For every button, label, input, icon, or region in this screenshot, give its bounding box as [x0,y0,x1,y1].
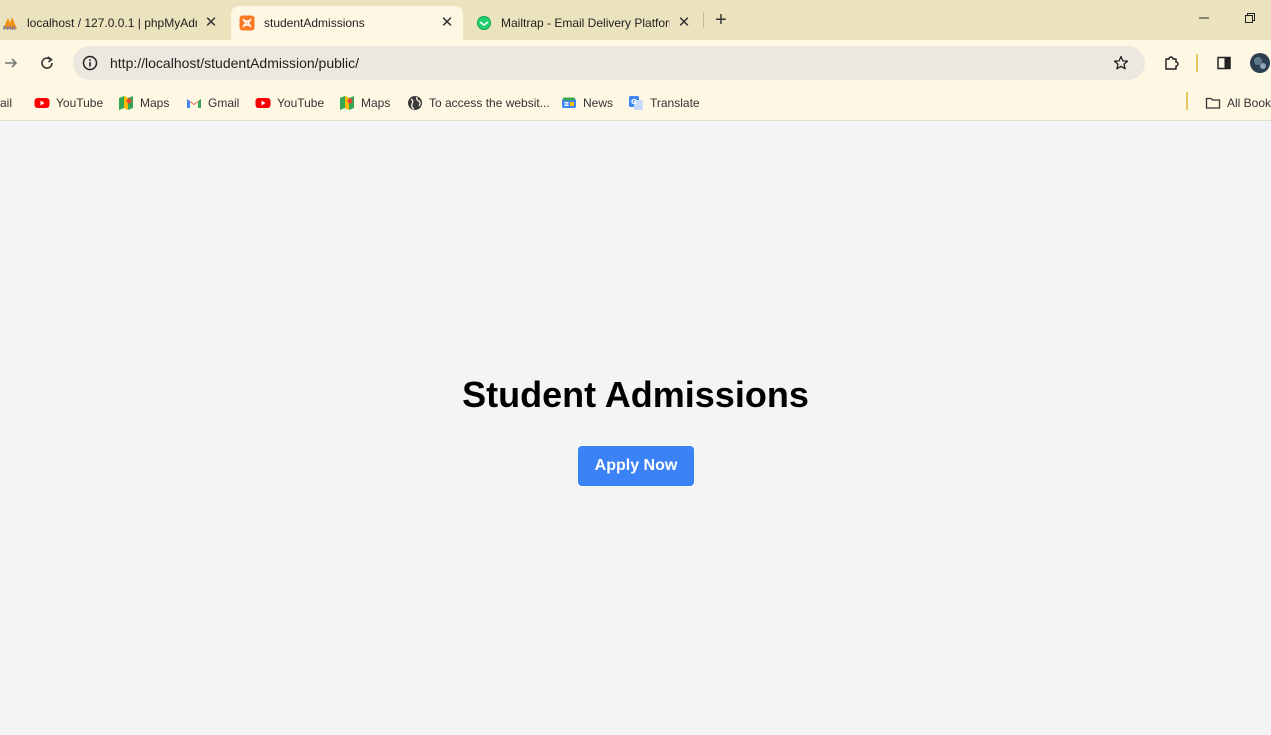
mailtrap-icon [477,16,491,30]
bookmark-access-website[interactable]: To access the websit... [407,92,550,114]
site-info-icon[interactable] [81,54,99,72]
tab-studentadmissions[interactable]: studentAdmissions ✕ [231,6,463,40]
bookmark-label: News [583,96,614,110]
translate-icon: G [629,96,643,110]
bookmark-gmail-partial[interactable]: ail [0,92,12,114]
bookmark-gmail[interactable]: Gmail [186,92,239,114]
tab-title: studentAdmissions [264,16,365,30]
bookmark-news[interactable]: News [561,92,613,114]
bookmarks-divider [1186,92,1188,110]
url-text: http://localhost/studentAdmission/public… [110,55,360,71]
bookmark-label: YouTube [277,96,325,110]
svg-text:G: G [631,98,637,106]
profile-avatar[interactable] [1249,52,1271,74]
bookmark-label: Gmail [208,96,240,110]
tab-phpmyadmin[interactable]: PMA localhost / 127.0.0.1 | phpMyAdmin ✕ [0,6,225,40]
side-panel-button[interactable] [1213,52,1235,74]
close-tab-icon[interactable]: ✕ [203,15,219,31]
minimize-icon [1199,17,1209,19]
bookmark-label: Maps [140,96,170,110]
bookmark-label: Maps [361,96,391,110]
browser-toolbar: http://localhost/studentAdmission/public… [0,40,1271,86]
phpmyadmin-icon: PMA [3,17,17,31]
close-tab-icon[interactable]: ✕ [439,15,455,31]
page-title: Student Admissions [462,374,809,415]
bookmarks-bar: ail YouTube Maps Gmail YouTube Maps To a… [0,86,1271,121]
tab-title: Mailtrap - Email Delivery Platform [501,16,670,30]
tab-strip: PMA localhost / 127.0.0.1 | phpMyAdmin ✕… [0,0,1271,40]
news-icon [562,97,576,108]
tab-separator [703,12,704,28]
bookmark-label: ail [0,96,13,110]
browser-window: PMA localhost / 127.0.0.1 | phpMyAdmin ✕… [0,0,1271,735]
svg-text:PMA: PMA [3,26,16,31]
puzzle-piece-icon [1165,56,1179,70]
maps-icon [119,96,133,110]
address-bar[interactable]: http://localhost/studentAdmission/public… [73,46,1145,80]
xampp-icon [239,15,255,31]
bookmark-label: To access the websit... [429,96,550,110]
bookmark-youtube[interactable]: YouTube [255,92,324,114]
tab-title: localhost / 127.0.0.1 | phpMyAdmin [27,16,197,30]
forward-button[interactable] [0,52,22,74]
minimize-button[interactable] [1194,10,1214,30]
bookmark-youtube[interactable]: YouTube [34,92,103,114]
bookmark-maps[interactable]: Maps [339,92,390,114]
restore-button[interactable] [1240,10,1260,30]
side-panel-icon [1217,56,1231,70]
youtube-icon [34,98,50,108]
new-tab-button[interactable]: + [711,10,731,30]
avatar-icon [1250,53,1270,73]
folder-icon [1205,97,1221,109]
maps-icon [340,96,354,110]
gmail-icon [187,99,201,108]
extensions-button[interactable] [1161,52,1183,74]
page-content: Student Admissions Apply Now [0,121,1271,735]
arrow-right-icon [5,58,18,68]
bookmark-label: All Bookmarks [1227,96,1271,110]
all-bookmarks-button[interactable]: All Bookmarks [1205,92,1271,114]
restore-icon [1245,13,1255,23]
reload-icon [41,56,53,69]
tab-mailtrap[interactable]: Mailtrap - Email Delivery Platform ✕ [470,6,698,40]
globe-icon [408,96,422,110]
bookmark-label: Translate [650,96,700,110]
bookmark-maps[interactable]: Maps [118,92,169,114]
youtube-icon [255,98,271,108]
bookmark-translate[interactable]: G Translate [628,92,700,114]
reload-button[interactable] [36,52,58,74]
bookmark-label: YouTube [56,96,104,110]
apply-now-button[interactable]: Apply Now [578,446,694,486]
toolbar-divider [1196,54,1198,72]
close-tab-icon[interactable]: ✕ [676,15,692,31]
bookmark-star-icon[interactable] [1111,53,1131,73]
